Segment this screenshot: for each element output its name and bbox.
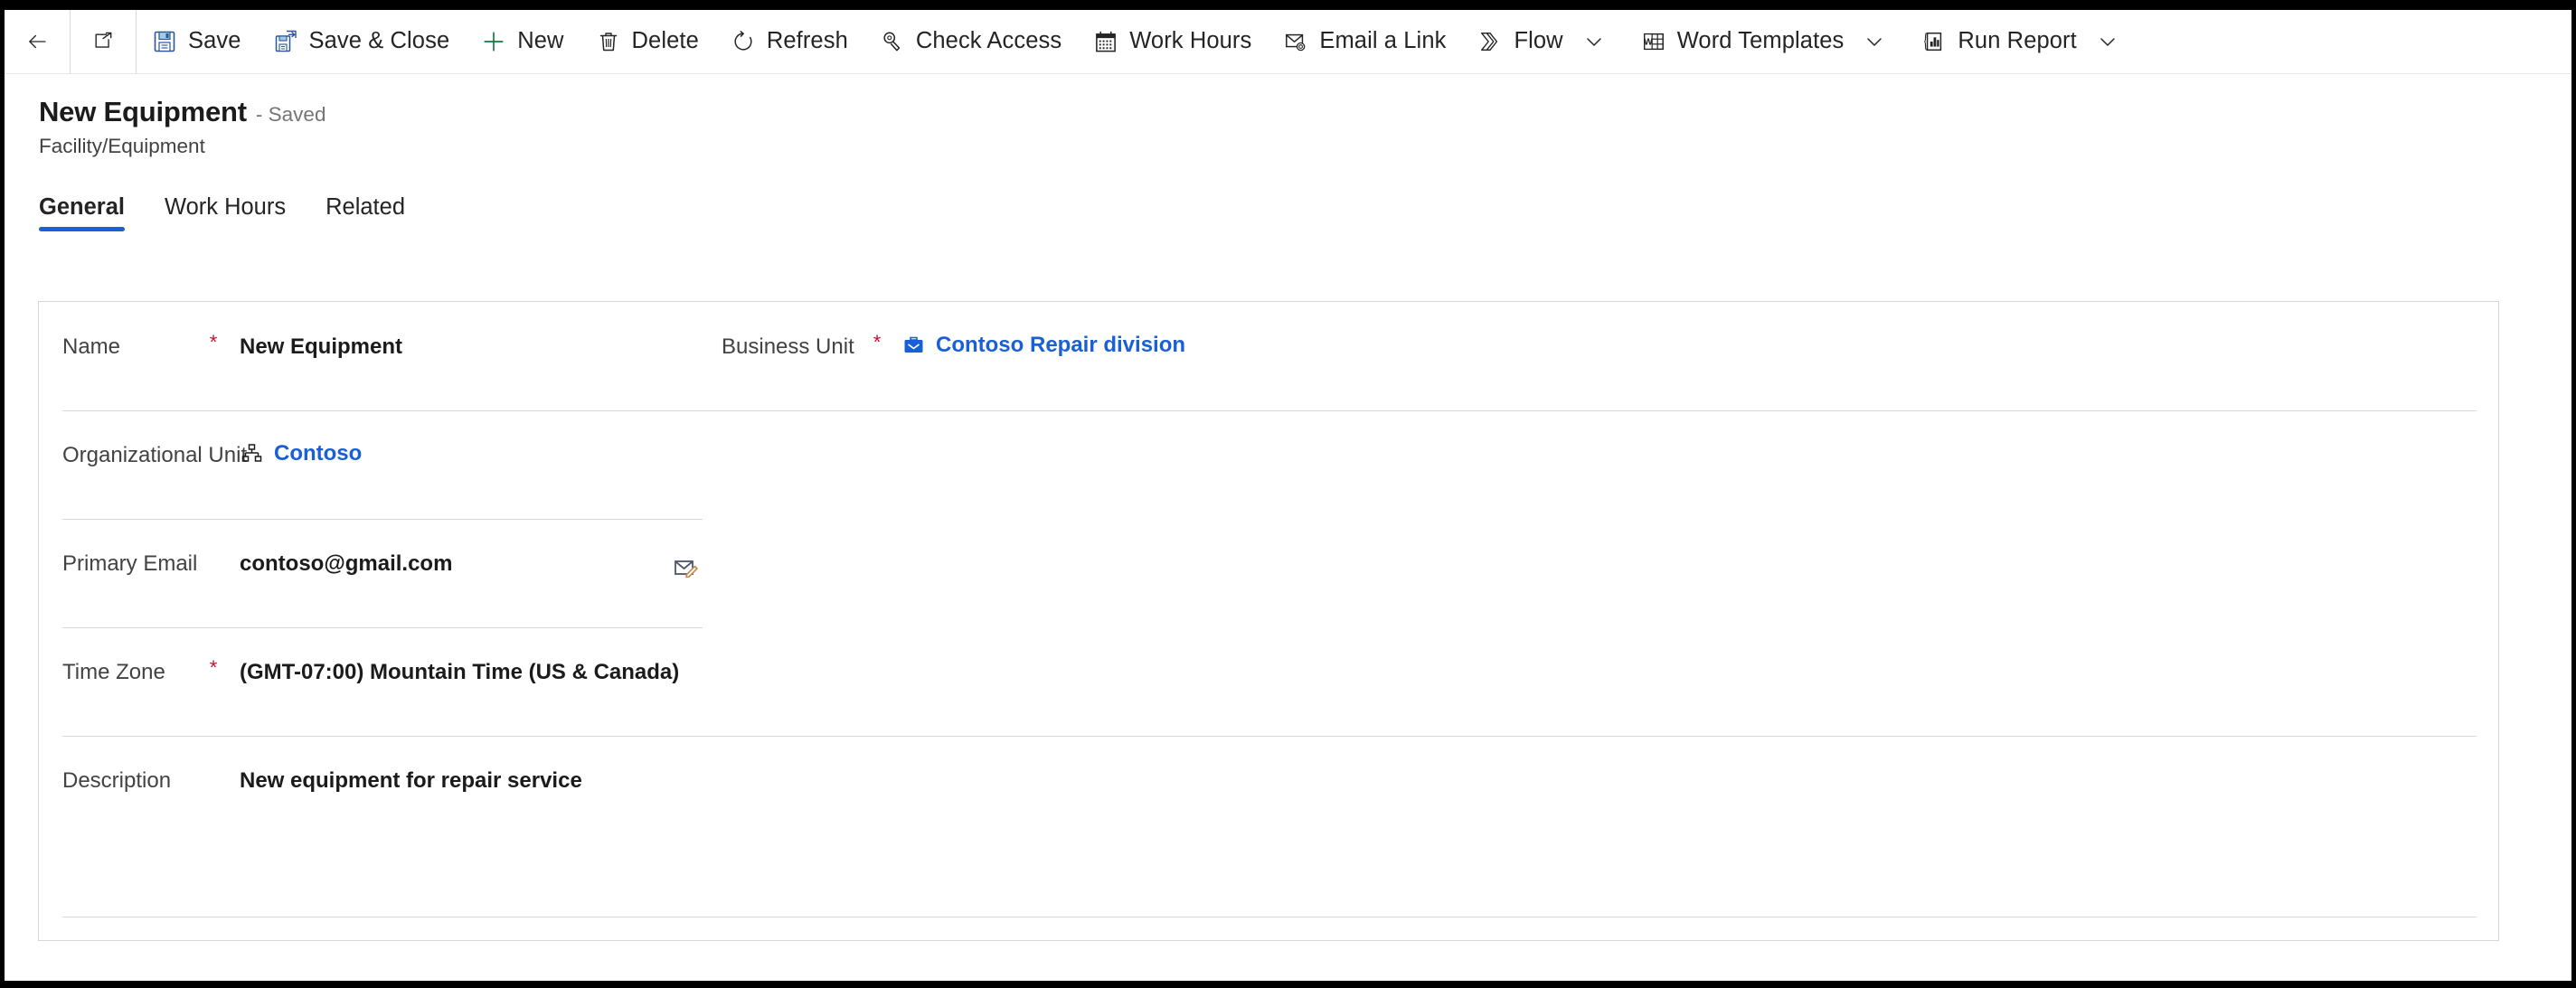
email-a-link-button-label: Email a Link	[1319, 28, 1447, 54]
app-window: Save Save & Close New Delete Refresh Che…	[4, 10, 2572, 982]
tab-work-hours[interactable]: Work Hours	[152, 193, 298, 232]
field-name-required-indicator: *	[209, 331, 218, 353]
new-button-label: New	[517, 28, 564, 54]
check-access-button[interactable]: Check Access	[864, 10, 1078, 74]
save-button-label: Save	[188, 28, 241, 54]
compose-email-icon	[671, 554, 700, 588]
email-link-icon	[1284, 30, 1307, 53]
compose-email-button[interactable]	[667, 552, 703, 588]
save-and-close-button[interactable]: Save & Close	[258, 10, 467, 74]
field-time-zone-required-indicator: *	[209, 656, 218, 679]
run-report-chevron-down-icon[interactable]	[2092, 10, 2123, 74]
open-in-new-window-icon	[91, 30, 115, 53]
check-access-button-label: Check Access	[915, 28, 1062, 54]
form-tab-list: General Work Hours Related	[5, 183, 2571, 231]
field-description: Description New equipment for repair ser…	[62, 761, 582, 792]
field-organizational-unit-value[interactable]: Contoso	[240, 436, 362, 466]
work-hours-button[interactable]: Work Hours	[1078, 10, 1268, 74]
save-button[interactable]: Save	[137, 10, 258, 74]
email-a-link-button[interactable]: Email a Link	[1268, 10, 1462, 74]
field-organizational-unit-label: Organizational Unit	[62, 443, 248, 467]
back-arrow-icon	[25, 30, 49, 53]
field-name-value[interactable]: New Equipment	[240, 327, 402, 358]
field-time-zone-value[interactable]: (GMT-07:00) Mountain Time (US & Canada)	[240, 653, 679, 683]
tab-general[interactable]: General	[39, 193, 137, 232]
work-hours-button-label: Work Hours	[1129, 28, 1252, 54]
field-separator-row-1	[62, 410, 2477, 411]
field-separator-row-3	[62, 627, 703, 628]
record-save-state: - Saved	[255, 103, 326, 126]
run-report-button-label: Run Report	[1958, 28, 2077, 54]
calendar-icon	[1094, 30, 1118, 53]
field-business-unit-value[interactable]: Contoso Repair division	[901, 327, 1185, 357]
word-doc-icon: W	[1642, 30, 1665, 53]
run-report-button[interactable]: Run Report	[1906, 10, 2138, 74]
refresh-icon	[731, 30, 755, 53]
entity-name-label: Facility/Equipment	[39, 135, 205, 157]
back-button[interactable]	[5, 10, 70, 74]
command-bar: Save Save & Close New Delete Refresh Che…	[5, 10, 2571, 74]
refresh-button[interactable]: Refresh	[715, 10, 864, 74]
open-in-new-window-button[interactable]	[71, 10, 136, 74]
record-header: New Equipment - Saved Facility/Equipment	[5, 74, 2571, 158]
new-button[interactable]: New	[466, 10, 580, 74]
word-templates-chevron-down-icon[interactable]	[1859, 10, 1890, 74]
tab-work-hours-label: Work Hours	[164, 193, 287, 220]
report-chart-icon	[1922, 30, 1946, 53]
flow-chevron-down-icon[interactable]	[1579, 10, 1609, 74]
field-separator-row-4	[62, 736, 2477, 737]
field-description-required-indicator	[207, 761, 220, 786]
flow-button[interactable]: Flow	[1462, 10, 1625, 74]
field-name: Name * New Equipment	[62, 327, 402, 358]
field-time-zone: Time Zone * (GMT-07:00) Mountain Time (U…	[62, 653, 679, 683]
field-organizational-unit: Organizational Unit Contoso	[62, 436, 362, 466]
field-separator-row-2	[62, 519, 703, 520]
tab-related[interactable]: Related	[313, 193, 418, 232]
record-title-line: New Equipment - Saved	[39, 96, 2571, 128]
svg-text:W: W	[1644, 37, 1653, 47]
field-name-label: Name	[62, 334, 121, 359]
field-organizational-unit-value-text: Contoso	[274, 440, 363, 466]
plus-icon	[482, 30, 505, 53]
tab-related-label: Related	[326, 193, 406, 220]
tab-general-label: General	[39, 193, 125, 220]
general-tab-form-card: Name * New Equipment Business Unit * Con…	[38, 301, 2499, 941]
business-unit-briefcase-icon	[901, 333, 926, 357]
field-business-unit-required-indicator: *	[873, 331, 882, 353]
flow-icon	[1478, 30, 1502, 53]
save-and-close-icon	[274, 30, 297, 53]
field-primary-email: Primary Email contoso@gmail.com	[62, 544, 452, 575]
word-templates-button[interactable]: W Word Templates	[1626, 10, 1907, 74]
field-business-unit-value-text: Contoso Repair division	[936, 332, 1186, 357]
save-icon	[153, 30, 176, 53]
flow-button-label: Flow	[1514, 28, 1563, 54]
field-primary-email-required-indicator	[207, 544, 220, 569]
field-business-unit: Business Unit * Contoso Repair division	[722, 327, 1185, 358]
field-primary-email-label: Primary Email	[62, 551, 198, 576]
save-and-close-button-label: Save & Close	[308, 28, 450, 54]
word-templates-button-label: Word Templates	[1676, 28, 1845, 54]
refresh-button-label: Refresh	[766, 28, 848, 54]
form-field-grid: Name * New Equipment Business Unit * Con…	[39, 302, 2498, 940]
page-title: New Equipment	[39, 96, 247, 127]
delete-button-label: Delete	[631, 28, 699, 54]
field-time-zone-label: Time Zone	[62, 660, 165, 684]
delete-button[interactable]: Delete	[580, 10, 715, 74]
field-business-unit-label: Business Unit	[722, 334, 854, 359]
trash-icon	[597, 30, 620, 53]
key-icon	[881, 30, 904, 53]
field-organizational-unit-required-indicator	[207, 436, 220, 461]
field-description-label: Description	[62, 768, 172, 793]
field-primary-email-value[interactable]: contoso@gmail.com	[240, 544, 452, 575]
org-hierarchy-icon	[240, 441, 264, 466]
field-description-value[interactable]: New equipment for repair service	[240, 761, 582, 792]
